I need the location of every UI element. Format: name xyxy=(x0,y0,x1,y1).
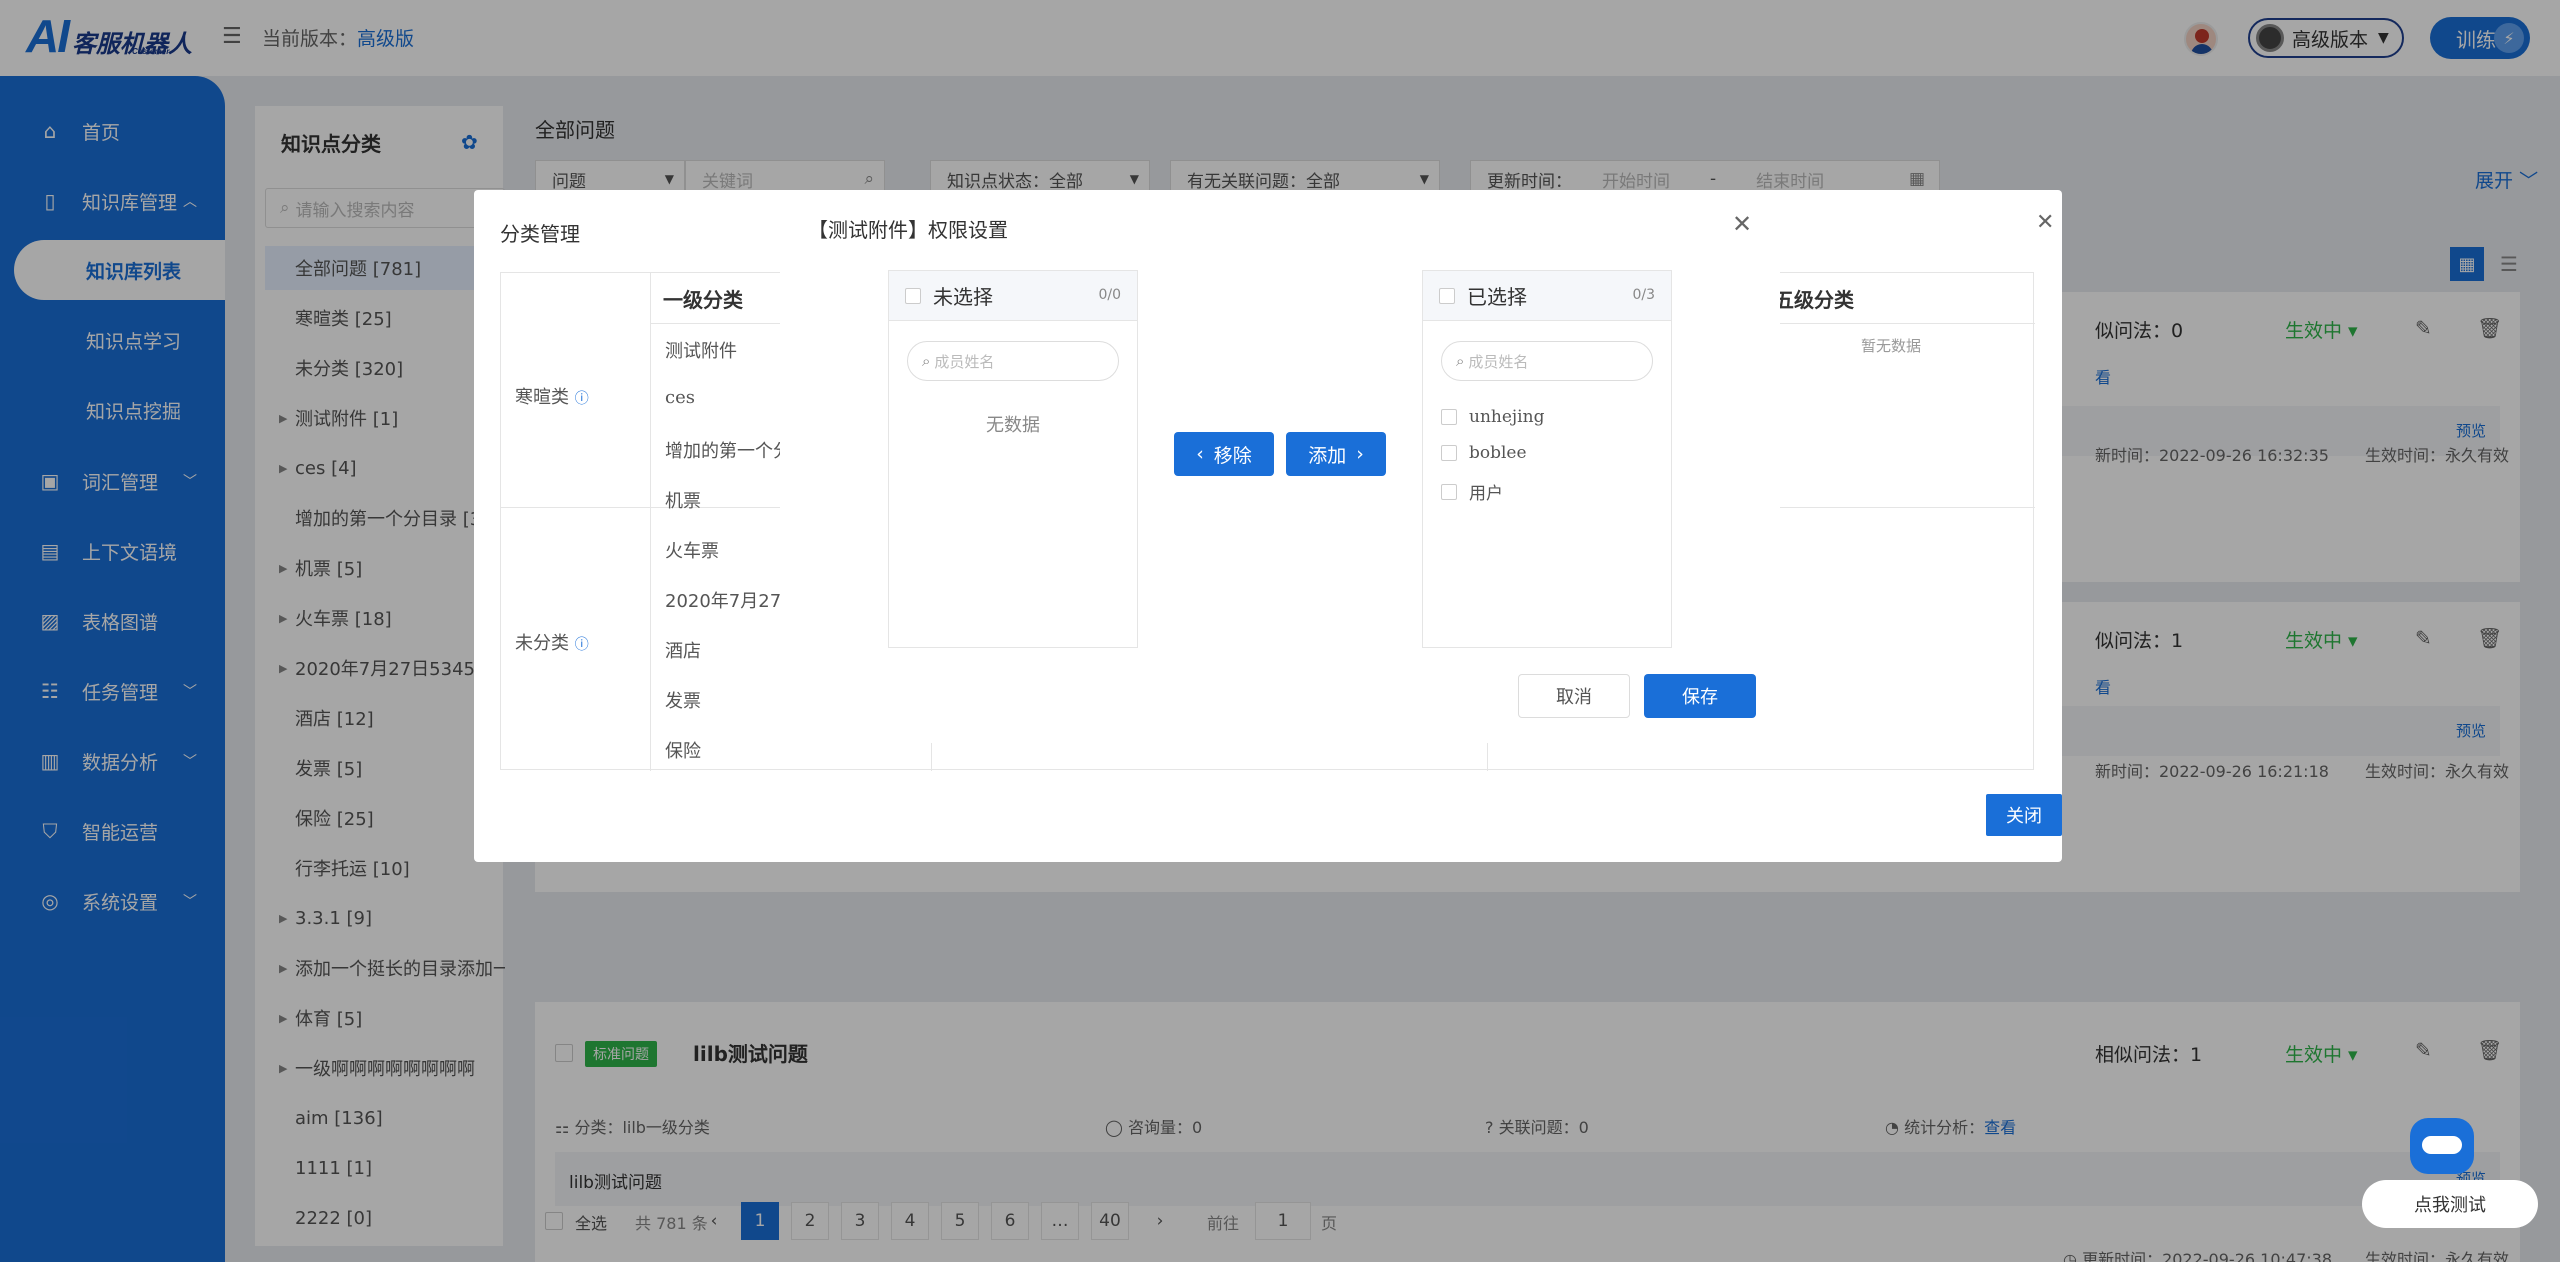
level1-item[interactable]: 机票 xyxy=(665,487,701,513)
level1-item[interactable]: ces xyxy=(665,387,695,408)
select-all-checkbox[interactable] xyxy=(1439,287,1455,304)
search-icon: ⌕ xyxy=(1456,352,1465,370)
close-icon[interactable]: ✕ xyxy=(1732,210,1752,238)
member-checkbox[interactable] xyxy=(1441,483,1457,500)
close-button[interactable]: 关闭 xyxy=(1986,794,2062,836)
group-label: 寒暄类 ⓘ xyxy=(515,387,589,408)
unselected-header: 未选择 0/0 xyxy=(889,271,1137,321)
selected-list: 已选择 0/3 ⌕ 成员姓名 unhejing boblee 用户 xyxy=(1422,270,1672,648)
info-icon: ⓘ xyxy=(574,391,589,407)
dialog-title: 分类管理 xyxy=(500,222,580,246)
member-item[interactable]: boblee xyxy=(1441,443,1527,463)
test-robot-widget[interactable]: 点我测试 xyxy=(2362,1118,2538,1234)
remove-button[interactable]: ‹ 移除 xyxy=(1174,432,1274,476)
level1-item[interactable]: 保险 xyxy=(665,737,701,763)
chevron-left-icon: ‹ xyxy=(1196,443,1204,465)
chevron-right-icon: › xyxy=(1356,443,1364,465)
test-robot-button[interactable]: 点我测试 xyxy=(2362,1180,2538,1228)
member-item[interactable]: 用户 xyxy=(1441,479,1503,504)
member-search-input[interactable]: ⌕ 成员姓名 xyxy=(907,341,1119,381)
empty-text: 暂无数据 xyxy=(1861,337,1922,355)
level1-item[interactable]: 火车票 xyxy=(665,537,719,563)
member-search-input[interactable]: ⌕ 成员姓名 xyxy=(1441,341,1653,381)
level1-item[interactable]: 酒店 xyxy=(665,637,701,663)
robot-icon xyxy=(2410,1118,2474,1174)
dialog-title: 【测试附件】权限设置 xyxy=(808,218,1008,242)
member-checkbox[interactable] xyxy=(1441,445,1457,461)
close-icon[interactable]: ✕ xyxy=(2036,210,2054,235)
selected-header: 已选择 0/3 xyxy=(1423,271,1671,321)
save-button[interactable]: 保存 xyxy=(1644,674,1756,718)
select-all-checkbox[interactable] xyxy=(905,287,921,304)
member-item[interactable]: unhejing xyxy=(1441,407,1544,427)
level1-item[interactable]: 发票 xyxy=(665,687,701,713)
unselected-list: 未选择 0/0 ⌕ 成员姓名 无数据 xyxy=(888,270,1138,648)
info-icon: ⓘ xyxy=(574,637,589,653)
group-label: 未分类 ⓘ xyxy=(515,633,589,654)
member-checkbox[interactable] xyxy=(1441,409,1457,425)
level1-item[interactable]: 测试附件 xyxy=(665,337,737,363)
cancel-button[interactable]: 取消 xyxy=(1518,674,1630,718)
empty-text: 无数据 xyxy=(986,415,1040,436)
permission-dialog: 【测试附件】权限设置 ✕ 未选择 0/0 ⌕ 成员姓名 无数据 ‹ 移除 添加 › 已选… xyxy=(780,190,1780,743)
add-button[interactable]: 添加 › xyxy=(1286,432,1386,476)
column-header: 五级分类 xyxy=(1761,273,2035,323)
search-icon: ⌕ xyxy=(922,352,931,370)
